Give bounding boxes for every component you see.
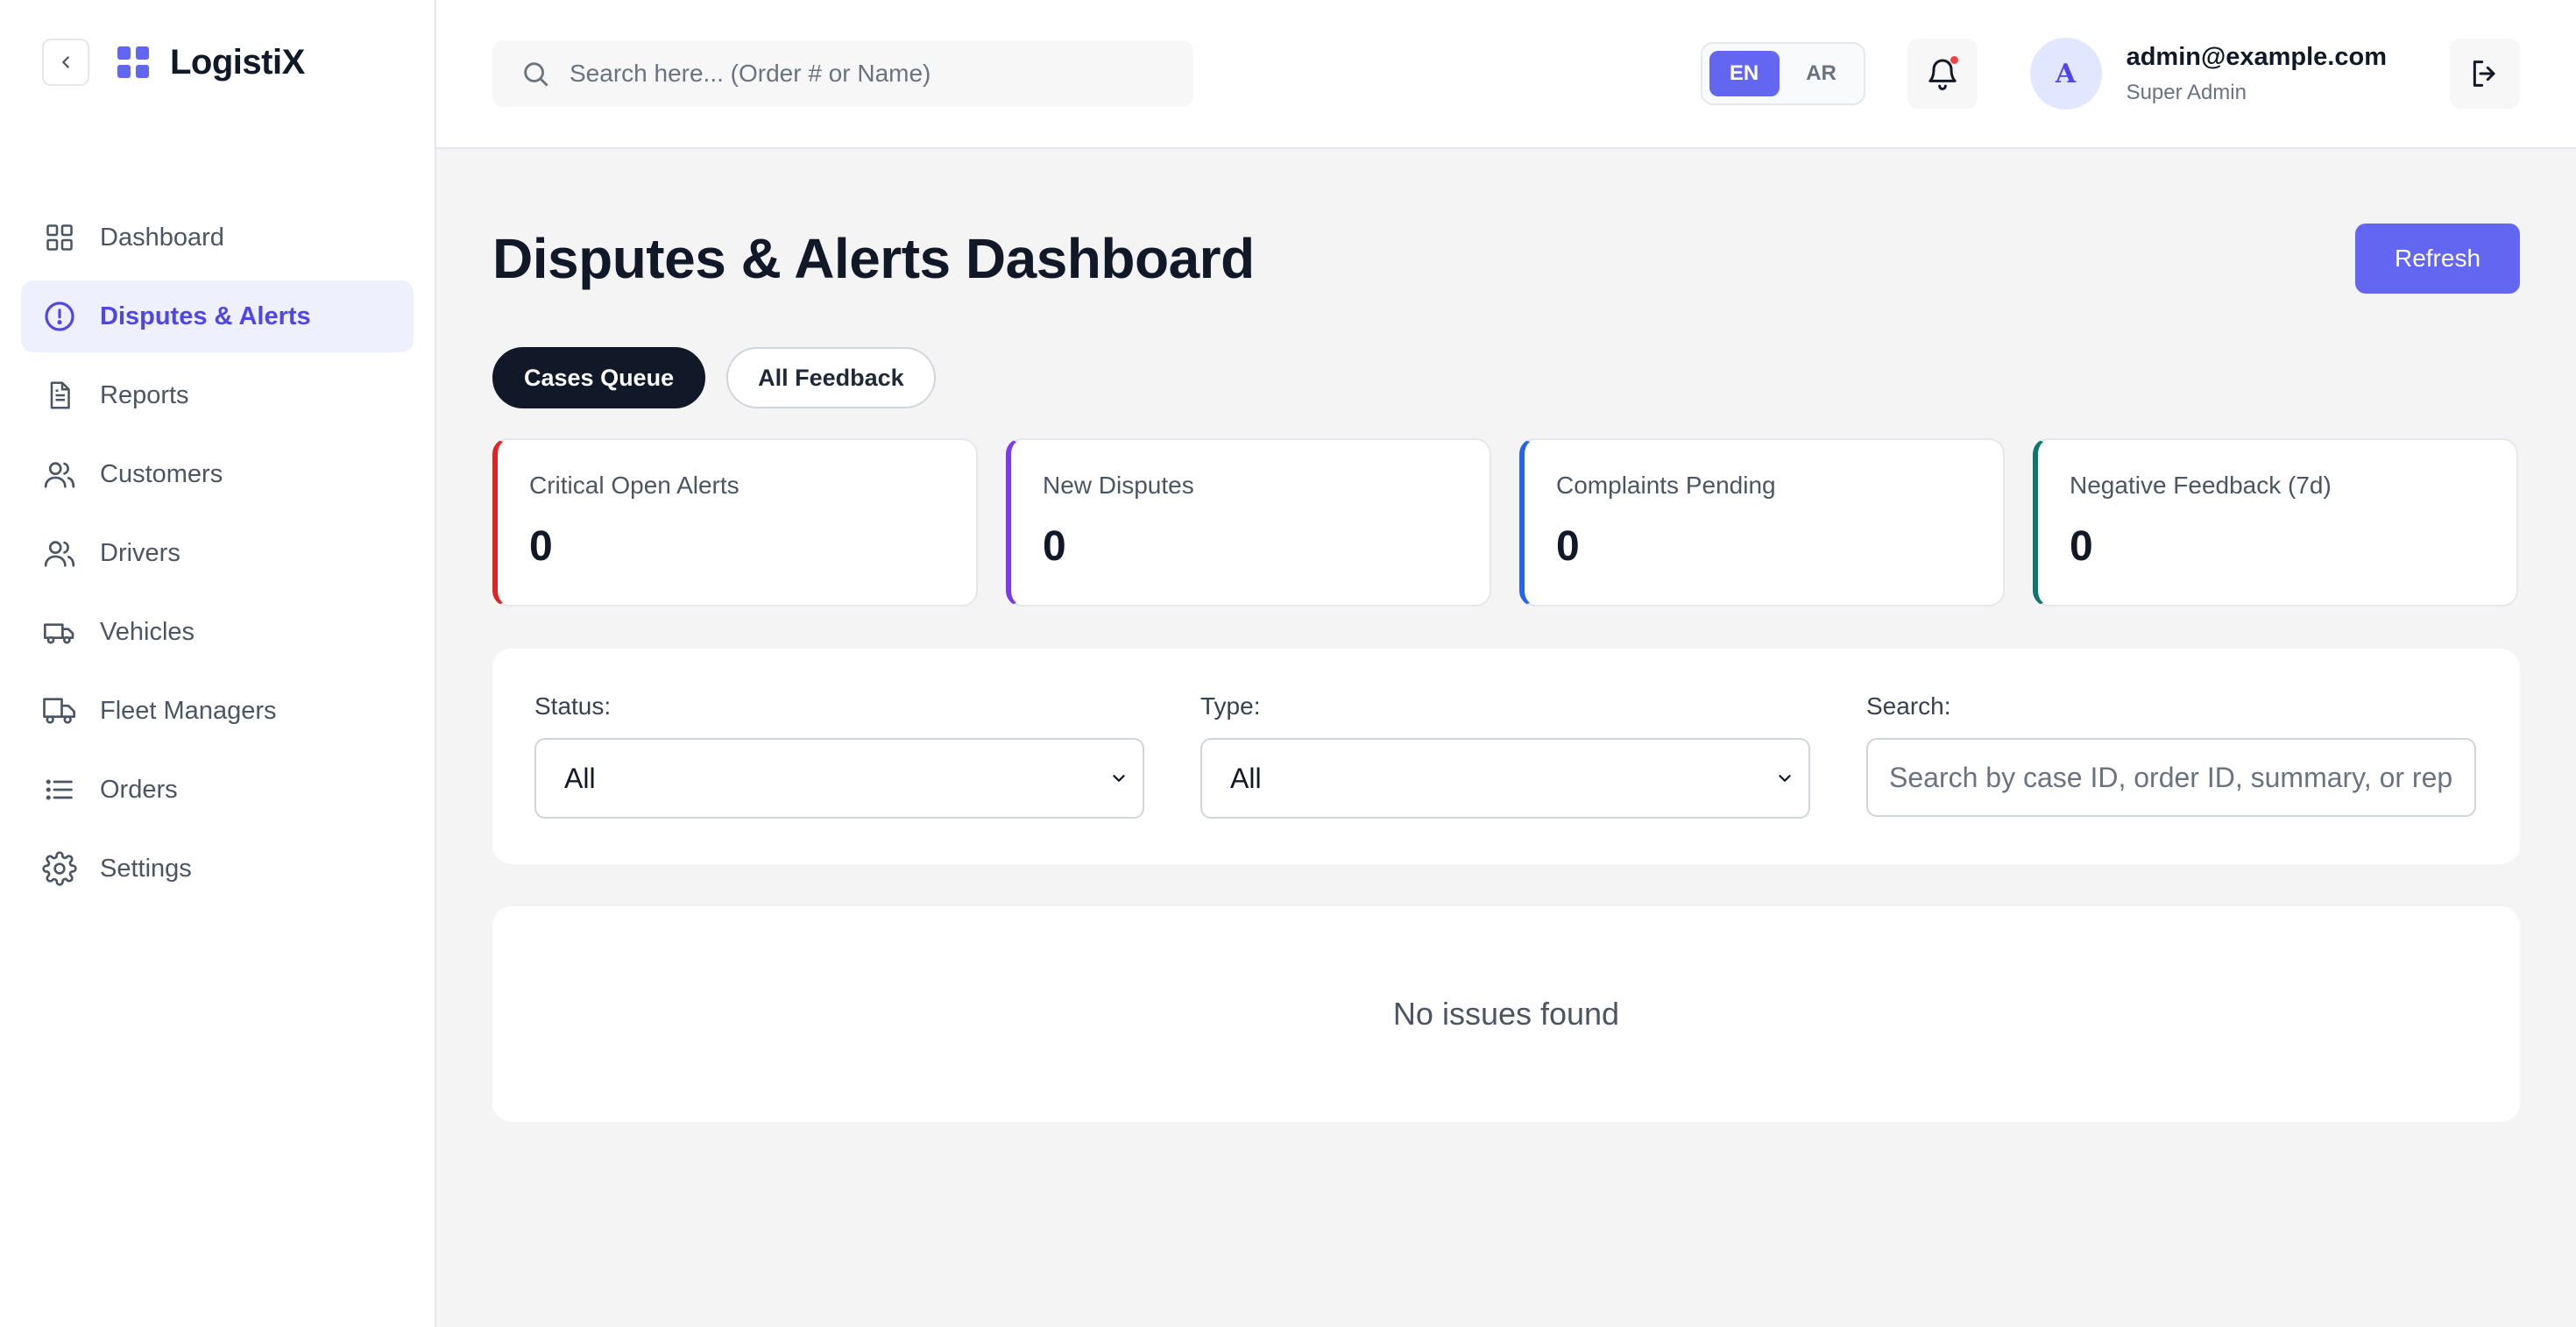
page-content: Disputes & Alerts Dashboard Refresh Case… <box>436 149 2576 1122</box>
type-filter-label: Type: <box>1200 692 1261 720</box>
grid-icon <box>46 224 73 251</box>
issues-list-empty-state: No issues found <box>492 906 2520 1122</box>
stat-card-complaints-pending: Complaints Pending 0 <box>1519 438 2005 607</box>
sidebar-item-orders[interactable]: Orders <box>21 754 414 826</box>
sidebar-item-label: Vehicles <box>100 617 195 646</box>
sidebar-item-label: Drivers <box>100 538 180 567</box>
topbar: EN AR A admin@example.com Super Admin <box>436 0 2576 149</box>
stat-card-critical-alerts: Critical Open Alerts 0 <box>492 438 978 607</box>
chevron-down-icon <box>1779 775 1791 782</box>
chevron-left-icon <box>62 56 69 68</box>
user-info: admin@example.com Super Admin <box>2127 43 2387 105</box>
logout-icon <box>2473 60 2495 87</box>
logo-grid-icon <box>117 46 149 78</box>
sidebar: LogistiX Dashboard Disputes & Alerts Rep… <box>0 0 436 1327</box>
refresh-button[interactable]: Refresh <box>2355 224 2520 294</box>
sidebar-item-label: Orders <box>100 775 178 804</box>
app-root: LogistiX Dashboard Disputes & Alerts Rep… <box>0 0 2576 1327</box>
sidebar-item-dashboard[interactable]: Dashboard <box>21 202 414 273</box>
sidebar-item-disputes-alerts[interactable]: Disputes & Alerts <box>21 280 414 352</box>
avatar: A <box>2029 38 2102 110</box>
empty-message: No issues found <box>1392 996 1620 1032</box>
notification-dot <box>1950 56 1958 64</box>
status-filter-label: Status: <box>534 692 612 720</box>
filters-panel: Status: All Type: All Search: <box>492 649 2520 864</box>
stat-value: 0 <box>529 523 553 570</box>
status-select-value: All <box>564 762 596 794</box>
main-area: EN AR A admin@example.com Super Admin Di… <box>436 0 2576 1327</box>
sidebar-item-customers[interactable]: Customers <box>21 438 414 510</box>
stat-value: 0 <box>2070 523 2093 570</box>
stat-label: Complaints Pending <box>1556 472 1776 499</box>
status-filter: Status: All <box>534 692 1144 864</box>
stat-label: New Disputes <box>1043 472 1194 499</box>
case-search-input[interactable] <box>1866 738 2476 817</box>
sidebar-item-label: Customers <box>100 459 223 488</box>
sidebar-item-label: Fleet Managers <box>100 696 277 725</box>
user-menu[interactable]: A admin@example.com Super Admin <box>2029 38 2387 110</box>
stat-value: 0 <box>1556 523 1580 570</box>
type-select[interactable]: All <box>1200 738 1810 819</box>
sidebar-nav: Dashboard Disputes & Alerts Reports Cust… <box>21 202 414 905</box>
tabs: Cases Queue All Feedback <box>492 347 2520 408</box>
status-select[interactable]: All <box>534 738 1144 819</box>
stat-card-negative-feedback: Negative Feedback (7d) 0 <box>2033 438 2518 607</box>
user-email: admin@example.com <box>2126 42 2387 71</box>
stat-label: Negative Feedback (7d) <box>2070 472 2332 499</box>
logout-button[interactable] <box>2450 39 2520 109</box>
type-select-value: All <box>1230 762 1262 794</box>
global-search[interactable] <box>492 40 1193 107</box>
chevron-down-icon <box>1113 775 1125 782</box>
document-icon <box>50 381 70 409</box>
search-filter: Search: <box>1866 692 2476 864</box>
language-ar-button[interactable]: AR <box>1787 51 1857 96</box>
tab-all-feedback[interactable]: All Feedback <box>726 347 936 408</box>
stat-card-new-disputes: New Disputes 0 <box>1006 438 1491 607</box>
page-header: Disputes & Alerts Dashboard Refresh <box>492 149 2520 347</box>
users-icon <box>44 541 75 567</box>
sidebar-item-label: Settings <box>100 854 192 883</box>
language-switcher: EN AR <box>1700 42 1865 105</box>
brand-name: LogistiX <box>170 42 305 82</box>
stat-value: 0 <box>1043 523 1066 570</box>
type-filter: Type: All <box>1200 692 1810 864</box>
sidebar-item-label: Dashboard <box>100 223 224 252</box>
stat-label: Critical Open Alerts <box>529 472 740 499</box>
sidebar-item-label: Reports <box>100 380 189 409</box>
sidebar-item-fleet-managers[interactable]: Fleet Managers <box>21 675 414 747</box>
fleet-truck-icon <box>43 698 75 724</box>
alert-circle-icon <box>45 302 74 331</box>
list-icon <box>46 779 73 800</box>
users-icon <box>44 462 75 488</box>
global-search-input[interactable] <box>570 60 1165 88</box>
truck-icon <box>44 623 74 644</box>
sidebar-item-vehicles[interactable]: Vehicles <box>21 596 414 668</box>
sidebar-item-drivers[interactable]: Drivers <box>21 517 414 589</box>
language-en-button[interactable]: EN <box>1709 51 1780 96</box>
gear-icon <box>42 851 77 886</box>
brand-header: LogistiX <box>21 0 414 124</box>
user-role: Super Admin <box>2126 80 2247 104</box>
stats-row: Critical Open Alerts 0 New Disputes 0 Co… <box>492 438 2520 607</box>
tab-cases-queue[interactable]: Cases Queue <box>492 347 706 408</box>
sidebar-item-settings[interactable]: Settings <box>21 833 414 905</box>
search-icon <box>524 62 548 87</box>
sidebar-item-label: Disputes & Alerts <box>100 302 311 330</box>
logo: LogistiX <box>116 43 305 82</box>
collapse-sidebar-button[interactable] <box>42 39 89 86</box>
notifications-button[interactable] <box>1907 39 1978 109</box>
search-filter-label: Search: <box>1866 692 1951 720</box>
page-title: Disputes & Alerts Dashboard <box>492 227 1255 290</box>
sidebar-item-reports[interactable]: Reports <box>21 359 414 431</box>
